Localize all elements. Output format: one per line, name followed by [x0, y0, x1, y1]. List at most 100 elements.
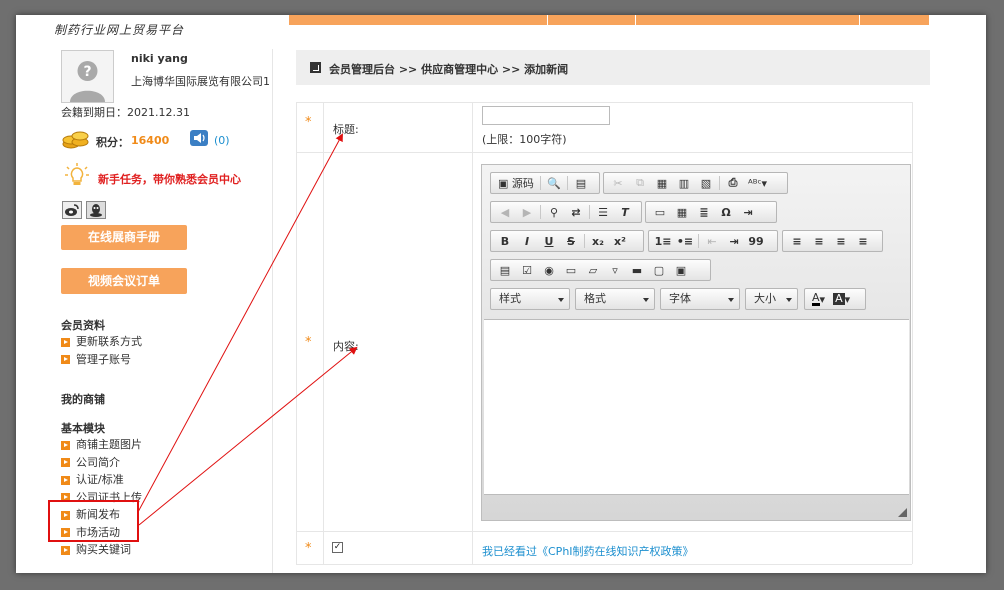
- form-grid-line: [296, 152, 912, 153]
- my-shop-section-title[interactable]: 我的商铺: [61, 391, 105, 407]
- source-icon: ▣: [498, 176, 509, 190]
- strikethrough-icon[interactable]: S: [560, 232, 582, 250]
- italic-icon[interactable]: I: [516, 232, 538, 250]
- title-length-hint: (上限：100字符): [482, 133, 567, 146]
- select-icon[interactable]: ▿: [604, 261, 626, 279]
- resize-handle-icon[interactable]: [898, 508, 907, 517]
- page-frame: 制药行业网上贸易平台 ? niki yang 上海博华国际展览有限公司1 会籍到…: [16, 15, 986, 573]
- cut-icon[interactable]: ✂: [607, 174, 629, 192]
- textarea-icon[interactable]: ▱: [582, 261, 604, 279]
- subscript-icon[interactable]: x₂: [587, 232, 609, 250]
- editor-align-group: ≡ ≡ ≡ ≡: [782, 230, 883, 252]
- size-dropdown[interactable]: 大小: [745, 288, 798, 310]
- image-button-icon[interactable]: ▢: [648, 261, 670, 279]
- editor-paragraph-group: 1≡ •≡ ⇤ ⇥ 99: [648, 230, 778, 252]
- arrow-bullet-icon: [61, 475, 70, 485]
- form-grid-line: [296, 102, 912, 103]
- text-color-button[interactable]: A ▾: [808, 290, 829, 308]
- chevron-down-icon: [558, 298, 564, 302]
- site-logo: 制药行业网上贸易平台: [54, 23, 185, 37]
- radio-icon[interactable]: ◉: [538, 261, 560, 279]
- newbie-task-link[interactable]: 新手任务，带你熟悉会员中心: [98, 171, 241, 187]
- member-profile-menu: 更新联系方式 管理子账号: [61, 333, 142, 368]
- sidebar-item-company-intro[interactable]: 公司简介: [61, 454, 142, 472]
- arrow-bullet-icon: [61, 337, 70, 347]
- styles-dropdown[interactable]: 样式: [490, 288, 570, 310]
- sidebar-item-certification[interactable]: 认证/标准: [61, 471, 142, 489]
- membership-expiry: 会籍到期日：2021.12.31: [61, 106, 190, 119]
- horizontal-rule-icon[interactable]: ≣: [693, 203, 715, 221]
- editor-content-area[interactable]: [484, 319, 909, 495]
- qq-icon[interactable]: [86, 201, 106, 219]
- message-count[interactable]: (0): [214, 134, 230, 147]
- find-icon[interactable]: ⚲: [543, 203, 565, 221]
- numbered-list-icon[interactable]: 1≡: [652, 232, 674, 250]
- checkbox-icon[interactable]: ☑: [516, 261, 538, 279]
- video-meeting-orders-button[interactable]: 视频会议订单: [61, 268, 187, 294]
- sidebar-item-update-contact[interactable]: 更新联系方式: [61, 333, 142, 351]
- sidebar-item-buy-keywords[interactable]: 购买关键词: [61, 541, 142, 559]
- editor-clipboard-group: ✂ ⧉ ▦ ▥ ▧ ⎙ ᴬᴮᶜ▾: [603, 172, 788, 194]
- source-button[interactable]: ▣ 源码: [494, 174, 538, 192]
- bold-icon[interactable]: B: [494, 232, 516, 250]
- print-icon[interactable]: ⎙: [722, 174, 744, 192]
- page-break-icon[interactable]: ⇥: [737, 203, 759, 221]
- agree-policy-checkbox[interactable]: ✓: [332, 542, 343, 553]
- preview-icon[interactable]: 🔍: [543, 174, 565, 192]
- outdent-icon[interactable]: ⇤: [701, 232, 723, 250]
- superscript-icon[interactable]: x²: [609, 232, 631, 250]
- align-justify-icon[interactable]: ≡: [852, 232, 874, 250]
- member-profile-section-title: 会员资料: [61, 319, 105, 332]
- breadcrumb: 会员管理后台 >> 供应商管理中心 >> 添加新闻: [296, 50, 930, 85]
- avatar[interactable]: ?: [61, 50, 114, 103]
- align-left-icon[interactable]: ≡: [786, 232, 808, 250]
- form-grid-line: [296, 564, 912, 565]
- button-icon[interactable]: ▬: [626, 261, 648, 279]
- redo-icon[interactable]: ▶: [516, 203, 538, 221]
- blockquote-icon[interactable]: 99: [745, 232, 767, 250]
- checkmark-icon: ✓: [333, 542, 342, 552]
- replace-icon[interactable]: ⇄: [565, 203, 587, 221]
- table-icon[interactable]: ▦: [671, 203, 693, 221]
- required-mark: *: [305, 541, 312, 556]
- font-dropdown[interactable]: 字体: [660, 288, 740, 310]
- sidebar-item-sub-accounts[interactable]: 管理子账号: [61, 351, 142, 369]
- bg-color-button[interactable]: A ▾: [829, 290, 854, 308]
- special-char-icon[interactable]: Ω: [715, 203, 737, 221]
- align-center-icon[interactable]: ≡: [808, 232, 830, 250]
- ip-policy-link[interactable]: 我已经看过《CPhI制药在线知识产权政策》: [482, 543, 694, 559]
- hidden-field-icon[interactable]: ▣: [670, 261, 692, 279]
- image-icon[interactable]: ▭: [649, 203, 671, 221]
- align-right-icon[interactable]: ≡: [830, 232, 852, 250]
- chevron-down-icon: [643, 298, 649, 302]
- required-mark: *: [305, 335, 312, 350]
- form-icon[interactable]: ▤: [494, 261, 516, 279]
- spellcheck-icon[interactable]: ᴬᴮᶜ▾: [744, 174, 771, 192]
- indent-icon[interactable]: ⇥: [723, 232, 745, 250]
- select-all-icon[interactable]: ☰: [592, 203, 614, 221]
- form-grid-line: [296, 102, 297, 564]
- paste-word-icon[interactable]: ▧: [695, 174, 717, 192]
- paste-text-icon[interactable]: ▥: [673, 174, 695, 192]
- chevron-down-icon: [728, 298, 734, 302]
- underline-icon[interactable]: U: [538, 232, 560, 250]
- textfield-icon[interactable]: ▭: [560, 261, 582, 279]
- message-speaker-icon[interactable]: [190, 130, 208, 146]
- sidebar-item-shop-theme-image[interactable]: 商铺主题图片: [61, 436, 142, 454]
- paste-icon[interactable]: ▦: [651, 174, 673, 192]
- format-dropdown[interactable]: 格式: [575, 288, 655, 310]
- chevron-down-icon: [786, 298, 792, 302]
- editor-edit-group: ◀ ▶ ⚲ ⇄ ☰ T: [490, 201, 642, 223]
- form-grid-line: [323, 102, 324, 564]
- points-label: 积分：: [96, 136, 129, 149]
- arrow-to-title: [137, 133, 343, 513]
- remove-format-icon[interactable]: T: [614, 203, 636, 221]
- copy-icon[interactable]: ⧉: [629, 174, 651, 192]
- bulleted-list-icon[interactable]: •≡: [674, 232, 696, 250]
- title-input[interactable]: [482, 106, 610, 125]
- online-exhibitor-manual-button[interactable]: 在线展商手册: [61, 225, 187, 250]
- arrow-bullet-icon: [61, 440, 70, 450]
- undo-icon[interactable]: ◀: [494, 203, 516, 221]
- template-icon[interactable]: ▤: [570, 174, 592, 192]
- weibo-icon[interactable]: [62, 201, 82, 219]
